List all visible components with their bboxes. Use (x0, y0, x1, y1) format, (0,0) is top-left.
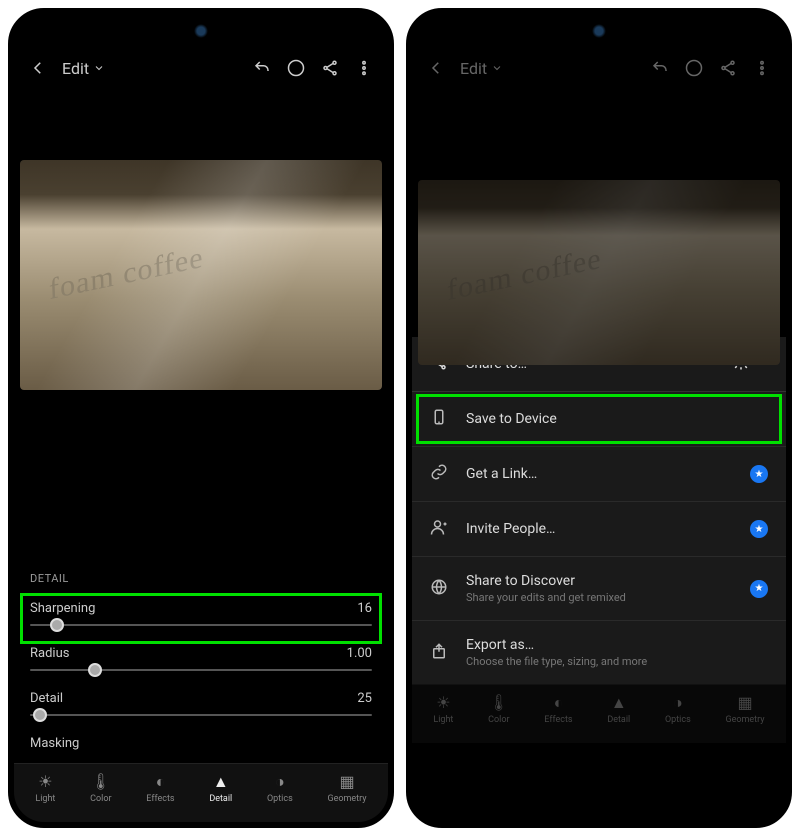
photo-sign-text: foam coffee (446, 241, 602, 307)
back-icon[interactable] (28, 58, 48, 78)
share-sheet: Share to… Save to Device Get a Link… ★ I… (412, 337, 786, 684)
premium-badge-icon: ★ (750, 465, 768, 483)
top-bar: Edit (412, 44, 786, 88)
sheet-item-invite-people[interactable]: Invite People… ★ (412, 502, 786, 557)
screen-left: Edit foam coffee DETAIL Sharpening 16 Rad… (14, 14, 388, 822)
share-discover-sub: Share your edits and get remixed (466, 591, 626, 604)
phone-icon (430, 408, 448, 430)
bottom-nav: ☀Light 🌡Color ◐Effects ▲Detail ◑Optics ▦… (412, 684, 786, 743)
premium-badge-icon: ★ (750, 520, 768, 538)
more-icon[interactable] (752, 58, 772, 78)
sheet-item-save-to-device[interactable]: Save to Device (412, 392, 786, 447)
nav-geometry[interactable]: ▦Geometry (327, 772, 366, 804)
edit-dropdown[interactable]: Edit (62, 59, 105, 78)
person-add-icon (430, 518, 448, 540)
image-preview-dim: foam coffee (412, 88, 786, 367)
sharpening-label: Sharpening (30, 601, 95, 616)
detail-panel: DETAIL Sharpening16 Radius1.00 Detail25 … (14, 560, 388, 763)
share-discover-text: Share to Discover Share your edits and g… (466, 573, 626, 604)
image-preview[interactable]: foam coffee (14, 158, 388, 392)
phone-right: Edit foam coffee Share to… Save to Devic… (406, 8, 792, 828)
screen-right: Edit foam coffee Share to… Save to Devic… (412, 14, 786, 822)
undo-icon[interactable] (650, 58, 670, 78)
more-icon[interactable] (354, 58, 374, 78)
edit-dropdown[interactable]: Edit (460, 59, 503, 78)
check-icon[interactable] (286, 58, 306, 78)
nav-color[interactable]: 🌡Color (488, 693, 509, 725)
export-icon (430, 642, 448, 664)
radius-label: Radius (30, 646, 69, 661)
nav-effects[interactable]: ◐Effects (146, 772, 174, 804)
nav-optics[interactable]: ◑Optics (267, 772, 293, 804)
nav-detail[interactable]: ▲Detail (209, 772, 232, 804)
back-icon[interactable] (426, 58, 446, 78)
share-icon[interactable] (718, 58, 738, 78)
top-bar: Edit (14, 44, 388, 88)
globe-icon (430, 578, 448, 600)
export-as-text: Export as… Choose the file type, sizing,… (466, 637, 647, 668)
sheet-item-share-discover[interactable]: Share to Discover Share your edits and g… (412, 557, 786, 621)
sharpening-value: 16 (357, 601, 372, 616)
check-icon[interactable] (684, 58, 704, 78)
slider-radius[interactable]: Radius 1.00 (14, 640, 388, 685)
nav-effects[interactable]: ◐Effects (544, 693, 572, 725)
premium-badge-icon: ★ (750, 580, 768, 598)
sheet-item-get-link[interactable]: Get a Link… ★ (412, 447, 786, 502)
get-link-label: Get a Link… (466, 466, 537, 482)
nav-geometry[interactable]: ▦Geometry (725, 693, 764, 725)
slider-masking[interactable]: Masking (14, 730, 388, 763)
photo-sign-text: foam coffee (48, 240, 204, 306)
bottom-nav: ☀Light 🌡Color ◐Effects ▲Detail ◑Optics ▦… (14, 763, 388, 822)
slider-sharpening[interactable]: Sharpening 16 (14, 595, 388, 640)
detail-label: Detail (30, 691, 63, 706)
export-as-label: Export as… (466, 637, 534, 653)
detail-section-label: DETAIL (14, 560, 388, 595)
nav-color[interactable]: 🌡Color (90, 772, 111, 804)
undo-icon[interactable] (252, 58, 272, 78)
detail-value: 25 (357, 691, 372, 706)
link-icon (430, 463, 448, 485)
nav-optics[interactable]: ◑Optics (665, 693, 691, 725)
invite-people-label: Invite People… (466, 521, 555, 537)
share-discover-label: Share to Discover (466, 573, 575, 589)
save-to-device-label: Save to Device (466, 411, 557, 427)
masking-label: Masking (30, 736, 79, 751)
phone-left: Edit foam coffee DETAIL Sharpening 16 Rad… (8, 8, 394, 828)
nav-light[interactable]: ☀Light (433, 693, 453, 725)
slider-detail[interactable]: Detail 25 (14, 685, 388, 730)
share-icon[interactable] (320, 58, 340, 78)
nav-light[interactable]: ☀Light (35, 772, 55, 804)
nav-detail[interactable]: ▲Detail (607, 693, 630, 725)
export-as-sub: Choose the file type, sizing, and more (466, 655, 647, 668)
sheet-item-export-as[interactable]: Export as… Choose the file type, sizing,… (412, 621, 786, 684)
radius-value: 1.00 (347, 646, 372, 661)
